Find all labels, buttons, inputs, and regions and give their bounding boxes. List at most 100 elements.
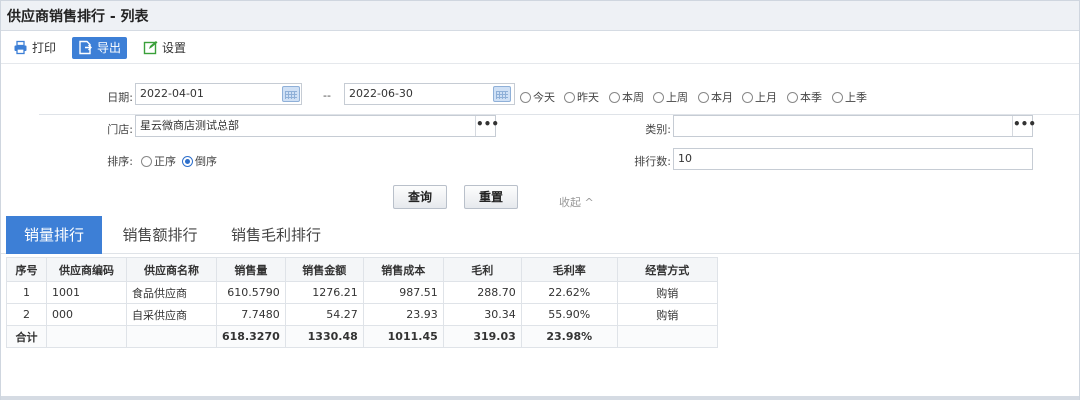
settings-button[interactable]: 设置 [137, 37, 192, 59]
radio-circle [832, 91, 843, 103]
store-picker-button[interactable]: ••• [475, 116, 499, 136]
table-cell: 1 [6, 281, 47, 304]
quick-range-radio[interactable]: 上季 [832, 89, 867, 105]
title-bar: 供应商销售排行 - 列表 [1, 1, 1079, 31]
quick-range-radio[interactable]: 本月 [698, 89, 733, 105]
reset-button[interactable]: 重置 [464, 185, 518, 209]
table-cell: 购销 [616, 281, 718, 304]
table-body: 1 1001 食品供应商 610.5790 1276.21 987.51 288.70 22.… [6, 281, 718, 348]
date-separator: -- [323, 89, 331, 102]
radio-circle [141, 155, 152, 167]
table-cell: 30.34 [442, 303, 522, 326]
table-cell: 7.7480 [216, 303, 286, 326]
page-title: 供应商销售排行 - 列表 [7, 8, 149, 25]
table-cell: 2 [6, 303, 47, 326]
column-header[interactable]: 销售成本 [362, 257, 444, 282]
sort-asc-label: 正序 [154, 155, 176, 168]
column-header[interactable]: 销售金额 [284, 257, 364, 282]
column-header[interactable]: 经营方式 [616, 257, 718, 282]
quick-range-radio[interactable]: 上月 [742, 89, 777, 105]
column-header[interactable]: 毛利率 [520, 257, 618, 282]
calendar-icon[interactable] [493, 86, 511, 102]
bottom-scrollbar[interactable] [1, 396, 1079, 400]
category-input[interactable] [673, 115, 1033, 137]
report-window: 供应商销售排行 - 列表 打印 导出 设置 日期: 2022-04-01 -- … [0, 0, 1080, 400]
table-cell: 自采供应商 [126, 303, 217, 326]
table-cell: 1001 [46, 281, 127, 304]
quick-range-label: 本季 [800, 91, 822, 104]
collapse-toggle[interactable]: 收起 ^ [559, 194, 594, 210]
print-button[interactable]: 打印 [7, 37, 62, 59]
quick-range-radio[interactable]: 今天 [520, 89, 555, 105]
table-cell: 288.70 [442, 281, 522, 304]
quick-range-label: 今天 [533, 91, 555, 104]
date-from-input[interactable]: 2022-04-01 [135, 83, 302, 105]
quick-range-radio[interactable]: 本周 [609, 89, 644, 105]
quick-range-label: 上月 [755, 91, 777, 104]
quick-range-radio[interactable]: 上周 [653, 89, 688, 105]
tab-sales-amount[interactable]: 销售额排行 [107, 216, 213, 254]
table-cell: 购销 [616, 303, 718, 326]
query-button[interactable]: 查询 [393, 185, 447, 209]
rank-count-input[interactable]: 10 [673, 148, 1033, 170]
filter-form: 日期: 2022-04-01 -- 2022-06-30 今天 昨天 本周 上周 本月 上… [1, 65, 1079, 215]
column-header[interactable]: 供应商名称 [126, 257, 217, 282]
table-cell: 22.62% [520, 281, 618, 304]
settings-label: 设置 [162, 41, 187, 55]
total-row: 合计 618.3270 1330.48 1011.45 319.03 23.98% [6, 325, 718, 348]
column-header[interactable]: 毛利 [442, 257, 522, 282]
quick-range-label: 上季 [845, 91, 867, 104]
radio-circle [520, 91, 531, 103]
tab-bar: 销量排行 销售额排行 销售毛利排行 [1, 216, 1079, 254]
table-header-row: 序号 供应商编码 供应商名称 销售量 销售金额 销售成本 毛利 毛利率 经营方式 [6, 257, 718, 282]
print-label: 打印 [32, 41, 57, 55]
total-cell [46, 325, 127, 348]
quick-range-label: 昨天 [577, 91, 599, 104]
total-cell [126, 325, 217, 348]
toolbar: 打印 导出 设置 [1, 32, 1079, 64]
store-input[interactable]: 星云微商店测试总部 [135, 115, 496, 137]
table-cell: 食品供应商 [126, 281, 217, 304]
category-picker-button[interactable]: ••• [1012, 116, 1036, 136]
printer-icon [13, 40, 28, 55]
calendar-icon[interactable] [282, 86, 300, 102]
export-button[interactable]: 导出 [72, 36, 128, 59]
table-cell: 54.27 [284, 303, 364, 326]
edit-settings-icon [143, 40, 158, 55]
total-cell: 1011.45 [362, 325, 444, 348]
table-cell: 1276.21 [284, 281, 364, 304]
total-cell: 618.3270 [216, 325, 286, 348]
radio-circle [653, 91, 664, 103]
quick-range-label: 上周 [666, 91, 688, 104]
tab-gross-profit[interactable]: 销售毛利排行 [221, 216, 331, 254]
quick-range-radio[interactable]: 本季 [787, 89, 822, 105]
quick-range-radio[interactable]: 昨天 [564, 89, 599, 105]
radio-circle [564, 91, 575, 103]
radio-circle [609, 91, 620, 103]
sort-label: 排序: [107, 155, 133, 168]
store-label: 门店: [107, 123, 133, 136]
column-header[interactable]: 供应商编码 [46, 257, 127, 282]
date-label: 日期: [107, 91, 133, 104]
table-cell: 610.5790 [216, 281, 286, 304]
table-cell: 000 [46, 303, 127, 326]
tab-sales-volume[interactable]: 销量排行 [6, 216, 102, 254]
total-cell: 23.98% [520, 325, 618, 348]
date-to-input[interactable]: 2022-06-30 [344, 83, 515, 105]
column-header[interactable]: 销售量 [216, 257, 286, 282]
column-header[interactable]: 序号 [6, 257, 47, 282]
total-cell: 1330.48 [284, 325, 364, 348]
category-label: 类别: [645, 123, 671, 136]
radio-circle [787, 91, 798, 103]
export-label: 导出 [97, 41, 122, 55]
sort-desc-radio[interactable]: 倒序 [182, 153, 217, 169]
sort-asc-radio[interactable]: 正序 [141, 153, 176, 169]
quick-range-label: 本月 [711, 91, 733, 104]
table-row[interactable]: 2 000 自采供应商 7.7480 54.27 23.93 30.34 55.90% 购销 [6, 303, 718, 326]
table-cell: 23.93 [362, 303, 444, 326]
radio-circle [742, 91, 753, 103]
radio-circle [698, 91, 709, 103]
ranking-table: 序号 供应商编码 供应商名称 销售量 销售金额 销售成本 毛利 毛利率 经营方式 1 1001 食品… [6, 257, 718, 348]
table-row[interactable]: 1 1001 食品供应商 610.5790 1276.21 987.51 288.70 22.… [6, 281, 718, 304]
form-divider [39, 114, 1079, 115]
